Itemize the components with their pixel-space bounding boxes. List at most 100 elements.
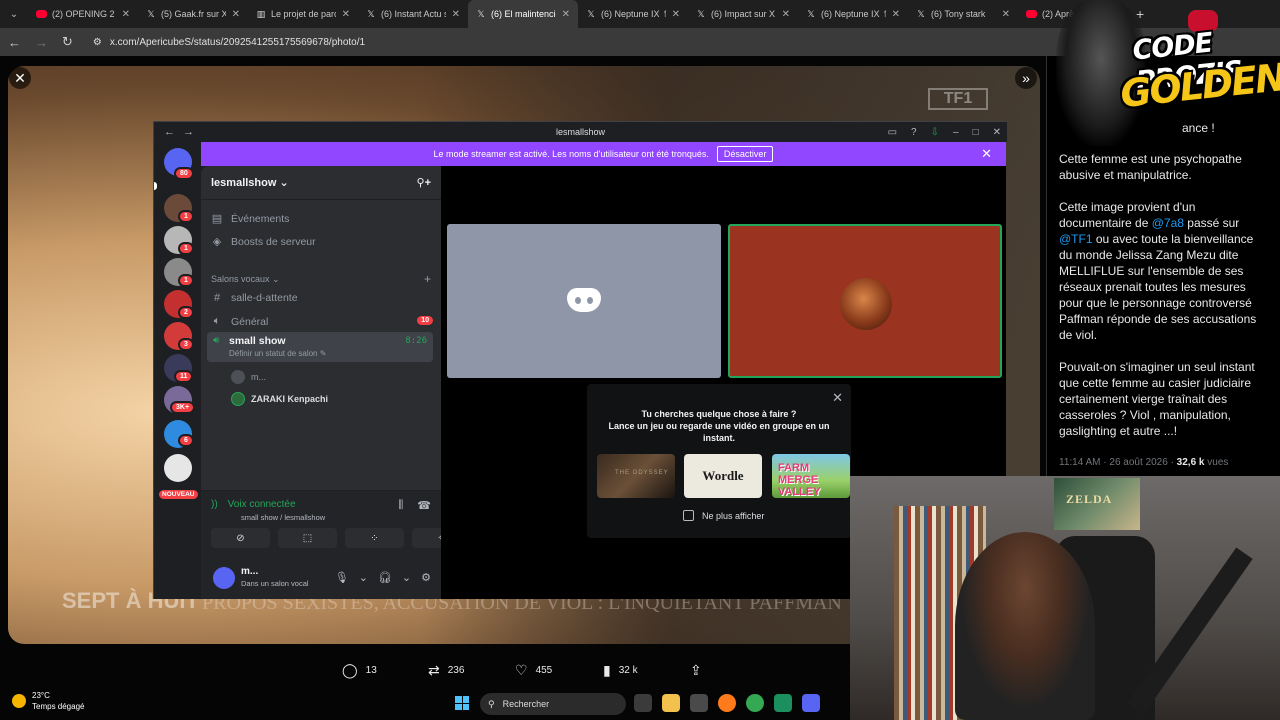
channel-general[interactable]: 🔈︎ Général bbox=[211, 315, 431, 328]
disable-streamer-mode-button[interactable]: Désactiver bbox=[716, 146, 774, 162]
voice-user[interactable]: ZARAKI Kenpachi bbox=[231, 392, 328, 406]
headphones-icon[interactable]: 🎧︎ bbox=[378, 571, 392, 584]
server-name: lesmallshow bbox=[211, 177, 277, 189]
reply-count: 13 bbox=[365, 665, 377, 676]
soundboard-icon[interactable]: ⫼ bbox=[398, 499, 403, 512]
expand-panel-icon[interactable]: » bbox=[1015, 67, 1037, 89]
browser-tab[interactable]: 𝕏 (6) Instant Actu s ✕ bbox=[358, 0, 468, 28]
browser-tab[interactable]: (2) OPENING 2 | E ✕ bbox=[28, 0, 138, 28]
repost-button[interactable]: ⇄ 236 bbox=[428, 662, 464, 679]
tweet-timestamp[interactable]: 11:14 AM · 26 août 2026 · bbox=[1059, 457, 1177, 468]
voice-category[interactable]: Salons vocaux ⌄ bbox=[211, 274, 280, 285]
help-icon[interactable]: ? bbox=[911, 127, 917, 138]
back-arrow-icon[interactable]: ← bbox=[8, 35, 21, 50]
close-banner-icon[interactable]: ✕ bbox=[981, 146, 992, 162]
tab-search-dropdown-icon[interactable]: ⌄ bbox=[0, 0, 28, 28]
close-tab-icon[interactable]: ✕ bbox=[782, 9, 790, 20]
voice-user[interactable]: m... bbox=[231, 370, 266, 384]
close-tab-icon[interactable]: ✕ bbox=[672, 9, 680, 20]
disconnect-icon[interactable]: ☎ bbox=[417, 499, 431, 512]
unread-badge: 1 bbox=[178, 210, 194, 223]
activity-card-farm-merge[interactable]: FARM MERGE VALLEY bbox=[772, 454, 850, 498]
reply-icon: ◯ bbox=[342, 662, 358, 678]
inbox-icon[interactable]: ▭ bbox=[888, 127, 897, 138]
avatar bbox=[231, 370, 245, 384]
voice-status-label: Voix connectée bbox=[227, 499, 296, 510]
chrome-icon[interactable] bbox=[746, 694, 764, 712]
close-tab-icon[interactable]: ✕ bbox=[1002, 9, 1010, 20]
mention-link[interactable]: @TF1 bbox=[1059, 232, 1093, 246]
activity-card-odyssey[interactable]: THE ODYSSEY bbox=[597, 454, 675, 498]
url-field[interactable]: ⚙ x.com/ApericubeS/status/20925412551755… bbox=[93, 37, 365, 48]
server-header[interactable]: lesmallshow ⌄ ⚲+ bbox=[201, 166, 441, 200]
user-avatar[interactable] bbox=[213, 567, 235, 589]
download-icon[interactable]: ⇩ bbox=[931, 127, 939, 138]
channel-status-prompt[interactable]: Définir un statut de salon ✎ bbox=[229, 349, 326, 358]
forward-arrow-icon[interactable]: → bbox=[35, 35, 48, 50]
activity-card-wordle[interactable]: Wordle bbox=[684, 454, 762, 498]
screen-share-button[interactable]: ⬚ bbox=[278, 528, 337, 548]
settings-gear-icon[interactable]: ⚙ bbox=[421, 571, 431, 584]
chevron-down-icon[interactable]: ⌄ bbox=[359, 571, 368, 584]
firefox-icon[interactable] bbox=[718, 694, 736, 712]
voice-status[interactable]: )) Voix connectée bbox=[211, 499, 296, 510]
channel-waiting[interactable]: # salle-d-attente bbox=[211, 292, 298, 304]
minimize-icon[interactable]: – bbox=[953, 127, 959, 138]
activities-button[interactable]: ⁘ bbox=[345, 528, 404, 548]
chevron-down-icon[interactable]: ⌄ bbox=[402, 571, 411, 584]
youtube-icon bbox=[1026, 10, 1037, 18]
events-item[interactable]: ▤ Événements bbox=[211, 212, 290, 226]
participant-tile-speaking[interactable] bbox=[728, 224, 1002, 378]
url-text: x.com/ApericubeS/status/2092541255175569… bbox=[109, 36, 366, 48]
add-member-icon[interactable]: ⚲+ bbox=[417, 176, 431, 189]
browser-tab-active[interactable]: 𝕏 (6) El malintencio ✕ bbox=[468, 0, 578, 28]
participant-tile[interactable] bbox=[447, 224, 721, 378]
store-icon[interactable] bbox=[690, 694, 708, 712]
reload-icon[interactable]: ↻ bbox=[62, 34, 73, 50]
close-tab-icon[interactable]: ✕ bbox=[562, 9, 570, 20]
microphone-icon[interactable]: 🎙︎ bbox=[335, 571, 349, 584]
browser-tab[interactable]: 𝕏 (6) Neptune IX ⇑ ✕ bbox=[798, 0, 908, 28]
reply-button[interactable]: ◯ 13 bbox=[342, 662, 377, 679]
boosts-item[interactable]: ◈ Boosts de serveur bbox=[211, 235, 316, 249]
windows-start-icon[interactable] bbox=[455, 696, 469, 710]
close-tab-icon[interactable]: ✕ bbox=[342, 9, 350, 20]
add-channel-icon[interactable]: + bbox=[424, 272, 431, 286]
wall-poster: ZELDA bbox=[1054, 478, 1140, 530]
taskbar-search[interactable]: ⚲ Rechercher bbox=[480, 693, 626, 715]
browser-tab[interactable]: 𝕏 (6) Tony stark ✕ bbox=[908, 0, 1018, 28]
close-tab-icon[interactable]: ✕ bbox=[232, 9, 240, 20]
activity-card-title: Wordle bbox=[702, 468, 744, 483]
mention-link[interactable]: @7a8 bbox=[1152, 216, 1184, 230]
file-explorer-icon[interactable] bbox=[662, 694, 680, 712]
task-view-icon[interactable] bbox=[634, 694, 652, 712]
maximize-icon[interactable]: □ bbox=[973, 127, 979, 138]
view-count: 32 k bbox=[618, 665, 638, 676]
discord-window-title: lesmallshow bbox=[555, 127, 606, 137]
close-icon[interactable]: ✕ bbox=[993, 127, 1001, 138]
browser-tab[interactable]: ▥ Le projet de parc ✕ bbox=[248, 0, 358, 28]
close-popup-icon[interactable]: ✕ bbox=[832, 390, 843, 406]
close-tab-icon[interactable]: ✕ bbox=[892, 9, 900, 20]
close-viewer-icon[interactable]: ✕ bbox=[9, 67, 31, 89]
voice-connection-panel: )) Voix connectée small show / lesmallsho… bbox=[201, 490, 471, 557]
share-button[interactable]: ⇪ bbox=[690, 662, 702, 679]
dont-show-again-checkbox[interactable]: Ne plus afficher bbox=[683, 510, 764, 521]
camera-off-button[interactable]: ⊘ bbox=[211, 528, 270, 548]
taskbar-weather[interactable]: 23°C Temps dégagé bbox=[12, 690, 84, 712]
close-tab-icon[interactable]: ✕ bbox=[122, 9, 130, 20]
app-icon[interactable] bbox=[774, 694, 792, 712]
browser-tab[interactable]: 𝕏 (5) Gaak.fr sur X : ✕ bbox=[138, 0, 248, 28]
views-button[interactable]: ▮ 32 k bbox=[603, 662, 638, 679]
close-tab-icon[interactable]: ✕ bbox=[452, 9, 460, 20]
voice-user-name: ZARAKI Kenpachi bbox=[251, 394, 329, 404]
channel-small-show[interactable]: 🔊︎ small show 8:26 Définir un statut de … bbox=[207, 332, 433, 362]
x-logo-icon: 𝕏 bbox=[697, 8, 705, 19]
site-info-icon[interactable]: ⚙ bbox=[93, 37, 102, 48]
voice-panel-icons: ⫼ ☎ bbox=[398, 499, 431, 512]
browser-tab[interactable]: 𝕏 (6) Impact sur X : ✕ bbox=[688, 0, 798, 28]
like-button[interactable]: ♡ 455 bbox=[515, 662, 552, 679]
server-icon[interactable] bbox=[164, 454, 192, 482]
browser-tab[interactable]: 𝕏 (6) Neptune IX ⇑ ✕ bbox=[578, 0, 688, 28]
discord-taskbar-icon[interactable] bbox=[802, 694, 820, 712]
